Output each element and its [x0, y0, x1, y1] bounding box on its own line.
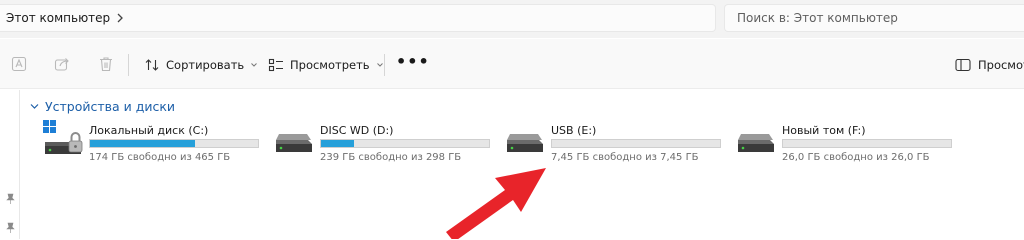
- preview-label: Просмотр: [978, 58, 1024, 72]
- chevron-down-icon[interactable]: [30, 102, 39, 111]
- rename-icon[interactable]: [10, 55, 28, 73]
- chevron-right-icon[interactable]: [114, 11, 126, 25]
- toolbar-divider: [384, 54, 385, 76]
- drive-free-space: 26,0 ГБ свободно из 26,0 ГБ: [782, 152, 930, 163]
- drive-tile-f[interactable]: Новый том (F:) 26,0 ГБ свободно из 26,0 …: [736, 120, 961, 168]
- chevron-down-icon: [251, 63, 258, 67]
- view-button[interactable]: Просмотреть: [268, 53, 390, 77]
- devices-group-header[interactable]: Устройства и диски: [30, 99, 175, 114]
- delete-icon[interactable]: [97, 55, 115, 73]
- chevron-down-icon: [376, 63, 383, 67]
- address-path[interactable]: Этот компьютер: [6, 11, 110, 25]
- drive-usage-bar: [782, 139, 952, 148]
- search-input[interactable]: Поиск в: Этот компьютер: [737, 11, 898, 25]
- view-icon: [268, 58, 283, 72]
- search-box[interactable]: Поиск в: Этот компьютер: [724, 4, 1024, 32]
- sort-icon: [145, 59, 159, 71]
- share-icon[interactable]: [53, 55, 71, 73]
- preview-pane-button[interactable]: Просмотр: [955, 53, 1024, 77]
- navigation-pane[interactable]: [0, 90, 20, 239]
- hard-drive-icon: [276, 134, 312, 152]
- drive-free-space: 7,45 ГБ свободно из 7,45 ГБ: [551, 152, 699, 163]
- view-label: Просмотреть: [290, 58, 370, 72]
- drive-name: DISC WD (D:): [320, 124, 394, 137]
- drive-name: USB (E:): [551, 124, 597, 137]
- drive-name: Новый том (F:): [782, 124, 866, 137]
- hard-drive-icon: [738, 134, 774, 152]
- drive-tile-d[interactable]: DISC WD (D:) 239 ГБ свободно из 298 ГБ: [274, 120, 499, 168]
- toolbar-divider: [128, 54, 129, 76]
- drive-tile-e[interactable]: USB (E:) 7,45 ГБ свободно из 7,45 ГБ: [505, 120, 730, 168]
- drive-usage-bar: [89, 139, 259, 148]
- drive-usage-bar: [320, 139, 490, 148]
- drive-usage-fill: [321, 140, 355, 147]
- drive-usage-bar: [551, 139, 721, 148]
- system-drive-locked-icon: [43, 120, 83, 154]
- preview-pane-icon: [955, 58, 971, 72]
- drive-free-space: 239 ГБ свободно из 298 ГБ: [320, 152, 462, 163]
- sort-button[interactable]: Сортировать: [144, 53, 264, 77]
- drive-name: Локальный диск (C:): [89, 124, 209, 137]
- title-bar: Этот компьютер Поиск в: Этот компьютер: [0, 0, 1024, 38]
- drive-usage-fill: [90, 140, 196, 147]
- pin-icon[interactable]: [0, 217, 20, 239]
- more-options-button[interactable]: •••: [396, 54, 430, 70]
- sort-label: Сортировать: [166, 58, 245, 72]
- group-title: Устройства и диски: [45, 99, 176, 114]
- command-bar: Сортировать Просмотреть ••• Просмотр: [0, 39, 1024, 89]
- drive-free-space: 174 ГБ свободно из 465 ГБ: [89, 152, 231, 163]
- address-bar[interactable]: Этот компьютер: [0, 4, 716, 32]
- hard-drive-icon: [507, 134, 543, 152]
- drive-tile-c[interactable]: Локальный диск (C:) 174 ГБ свободно из 4…: [43, 120, 268, 168]
- pin-icon[interactable]: [0, 188, 20, 210]
